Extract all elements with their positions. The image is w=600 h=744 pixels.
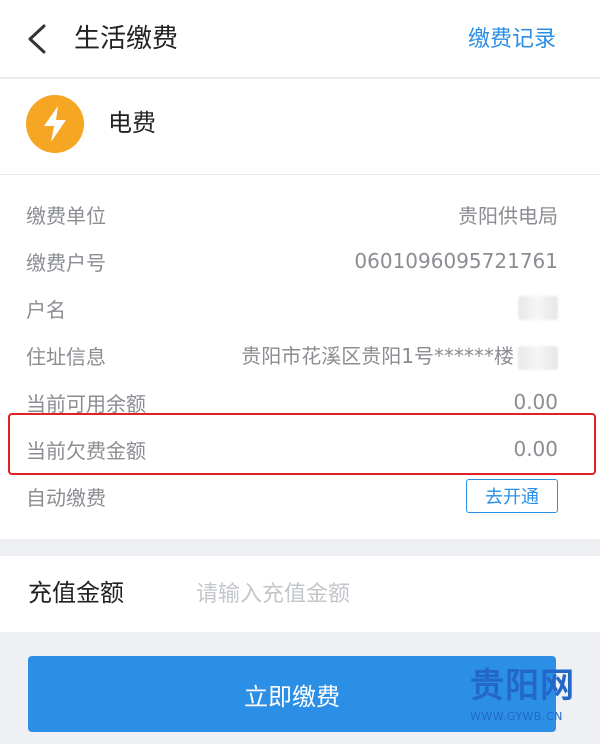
detail-label: 缴费单位 — [26, 203, 106, 228]
watermark-url: WWW.GYWB.CN — [470, 710, 563, 723]
redacted-value — [518, 345, 558, 370]
payment-records-link[interactable]: 缴费记录 — [468, 22, 556, 58]
watermark-logo: 贵阳网 WWW.GYWB.CN — [470, 666, 596, 742]
bill-type-header: 电费 — [0, 79, 600, 175]
lightning-bolt-icon — [26, 95, 84, 153]
detail-label: 住址信息 — [26, 344, 106, 369]
life-payment-screen: 生活缴费 缴费记录 电费 缴费单位 贵阳供电局 缴费户号 06010960957… — [0, 0, 600, 744]
detail-value: 贵阳供电局 — [458, 203, 558, 228]
bill-type-name: 电费 — [108, 109, 156, 137]
enable-auto-pay-button[interactable]: 去开通 — [466, 479, 558, 513]
page-title: 生活缴费 — [74, 24, 179, 54]
watermark-text: 贵阳网 — [470, 666, 575, 706]
detail-value-wrap: 贵阳市花溪区贵阳1号******楼 — [241, 340, 558, 370]
recharge-amount-label: 充值金额 — [28, 579, 124, 607]
detail-row-auto-pay: 自动缴费 去开通 — [26, 473, 558, 519]
detail-label: 自动缴费 — [26, 485, 106, 510]
detail-label: 户名 — [26, 297, 66, 322]
detail-value: 0.00 — [513, 390, 558, 414]
back-arrow-icon[interactable] — [22, 22, 54, 56]
detail-row-account-name: 户名 — [26, 285, 558, 331]
top-nav-bar: 生活缴费 缴费记录 — [0, 0, 600, 78]
arrears-highlight-box — [8, 413, 596, 475]
detail-value: 0601096095721761 — [354, 249, 558, 273]
divider — [0, 174, 600, 175]
detail-row-account-number: 缴费户号 0601096095721761 — [26, 238, 558, 284]
detail-row-address: 住址信息 贵阳市花溪区贵阳1号******楼 — [26, 332, 558, 378]
detail-label: 缴费户号 — [26, 250, 106, 275]
recharge-section: 充值金额 — [0, 556, 600, 632]
recharge-amount-input[interactable] — [196, 574, 566, 614]
redacted-value — [518, 296, 558, 320]
detail-value: 贵阳市花溪区贵阳1号******楼 — [241, 344, 514, 369]
detail-row-payee: 缴费单位 贵阳供电局 — [26, 191, 558, 237]
